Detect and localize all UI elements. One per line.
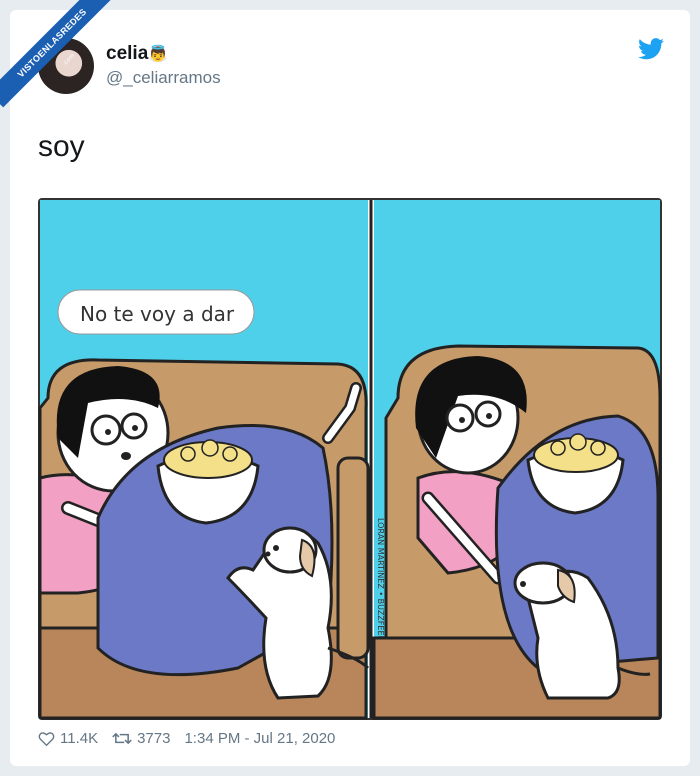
tweet-card: VISTOENLASREDES .com celia👼 @_celiarramo… bbox=[0, 0, 690, 766]
like-count: 11.4K bbox=[60, 730, 99, 747]
display-name-text: celia bbox=[106, 43, 149, 64]
tweet-media[interactable]: No te voy a dar LORAN MARTINEZ • BUZZFEE… bbox=[38, 198, 662, 720]
right-panel bbox=[372, 344, 662, 720]
retweet-group[interactable]: 3773 bbox=[112, 730, 170, 747]
artist-signature: LORAN MARTINEZ • BUZZFEED bbox=[376, 518, 385, 642]
retweet-icon[interactable] bbox=[112, 731, 132, 746]
tweet-timestamp[interactable]: 1:34 PM - Jul 21, 2020 bbox=[184, 730, 335, 747]
user-handle[interactable]: @_celiarramos bbox=[106, 68, 221, 88]
tweet-text: soy bbox=[38, 130, 85, 163]
twitter-bird-icon[interactable] bbox=[638, 38, 664, 60]
tweet-footer: 11.4K 3773 1:34 PM - Jul 21, 2020 bbox=[38, 730, 335, 747]
display-name[interactable]: celia👼 bbox=[106, 43, 168, 65]
retweet-count: 3773 bbox=[137, 730, 171, 747]
speech-bubble-text: No te voy a dar bbox=[80, 302, 235, 326]
like-group[interactable]: 11.4K bbox=[38, 730, 98, 747]
angel-emoji-icon: 👼 bbox=[148, 46, 169, 63]
heart-icon[interactable] bbox=[38, 731, 55, 746]
watermark-sub: .com bbox=[61, 52, 77, 68]
comic-image: No te voy a dar LORAN MARTINEZ • BUZZFEE… bbox=[38, 198, 662, 720]
